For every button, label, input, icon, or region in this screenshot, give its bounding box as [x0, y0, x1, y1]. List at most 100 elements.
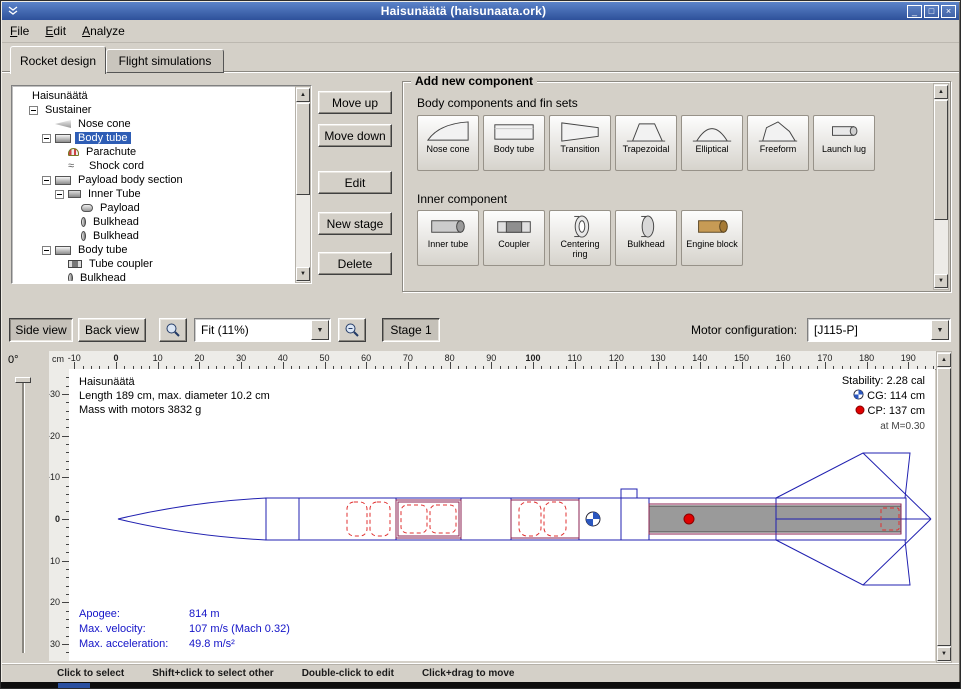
- tree-item-label: Bulkhead: [90, 216, 142, 228]
- tree-scrollbar-thumb[interactable]: [296, 103, 310, 195]
- transition-icon: [557, 118, 603, 145]
- tree-item-shock-cord[interactable]: Shock cord: [14, 159, 294, 173]
- zoom-in-button[interactable]: [159, 318, 187, 342]
- menu-analyze[interactable]: Analyze: [74, 21, 133, 41]
- zoom-out-button[interactable]: [338, 318, 366, 342]
- tab-flight-simulations[interactable]: Flight simulations: [106, 49, 224, 73]
- component-card-body-tube[interactable]: Body tube: [483, 115, 545, 171]
- h-ruler-label: 170: [813, 353, 837, 363]
- component-card-trapezoidal[interactable]: Trapezoidal: [615, 115, 677, 171]
- close-button[interactable]: ×: [941, 5, 956, 18]
- component-card-label: Inner tube: [428, 240, 469, 250]
- scroll-up-icon[interactable]: ▲: [934, 85, 948, 99]
- scroll-down-icon[interactable]: ▼: [934, 274, 948, 288]
- tree-item-sustainer[interactable]: Sustainer: [14, 103, 294, 117]
- delete-button[interactable]: Delete: [318, 252, 392, 275]
- engineblock-icon: [689, 213, 735, 240]
- component-card-inner-tube[interactable]: Inner tube: [417, 210, 479, 266]
- window-controls: _ □ ×: [907, 5, 956, 18]
- palette-scrollbar[interactable]: ▲ ▼: [933, 83, 949, 290]
- canvas-scrollbar[interactable]: ▲ ▼: [936, 351, 952, 663]
- h-ruler-label: 140: [688, 353, 712, 363]
- menu-edit[interactable]: Edit: [37, 21, 74, 41]
- component-card-freeform[interactable]: Freeform: [747, 115, 809, 171]
- scroll-down-icon[interactable]: ▼: [296, 267, 310, 281]
- component-tree[interactable]: HaisunäätäSustainerNose coneBody tubePar…: [11, 85, 312, 284]
- component-card-engine-block[interactable]: Engine block: [681, 210, 743, 266]
- expander-icon[interactable]: [29, 106, 38, 115]
- minimize-button[interactable]: _: [907, 5, 922, 18]
- component-card-label: Launch lug: [822, 145, 866, 155]
- launch-lug: [621, 489, 637, 498]
- tree-item-payload-body-section[interactable]: Payload body section: [14, 173, 294, 187]
- expander-icon[interactable]: [55, 190, 64, 199]
- edit-button[interactable]: Edit: [318, 171, 392, 194]
- tree-item-body-tube[interactable]: Body tube: [14, 131, 294, 145]
- move-up-button[interactable]: Move up: [318, 91, 392, 114]
- h-ruler-label: 130: [646, 353, 670, 363]
- maximize-button[interactable]: □: [924, 5, 939, 18]
- tree-item-payload[interactable]: Payload: [14, 201, 294, 215]
- fit-zoom-select[interactable]: Fit (11%) ▼: [194, 318, 331, 342]
- titlebar[interactable]: Haisunäätä (haisunaata.ork) _ □ ×: [2, 2, 959, 20]
- h-ruler-label: 110: [563, 353, 587, 363]
- side-view-button[interactable]: Side view: [9, 318, 73, 342]
- chevron-down-icon[interactable]: ▼: [311, 320, 329, 340]
- freeform-icon: [755, 118, 801, 145]
- menu-file[interactable]: File: [2, 21, 37, 41]
- trapezoidal-icon: [623, 118, 669, 145]
- expander-icon[interactable]: [42, 246, 51, 255]
- hint-click-drag: Click+drag to move: [422, 668, 515, 679]
- tree-item-label: Tube coupler: [86, 258, 156, 270]
- app-window: Haisunäätä (haisunaata.ork) _ □ × File E…: [0, 0, 961, 689]
- h-ruler-label: 10: [146, 353, 170, 363]
- scroll-up-icon[interactable]: ▲: [937, 353, 951, 367]
- v-ruler-label: 20: [49, 597, 60, 607]
- stability-readout: Stability: 2.28 cal CG: 114 cm CP: 137 c…: [842, 374, 925, 434]
- component-card-bulkhead[interactable]: Bulkhead: [615, 210, 677, 266]
- tree-scrollbar[interactable]: ▲ ▼: [295, 86, 311, 283]
- component-card-nose-cone[interactable]: Nose cone: [417, 115, 479, 171]
- new-stage-button[interactable]: New stage: [318, 212, 392, 235]
- palette-scrollbar-thumb[interactable]: [934, 100, 948, 220]
- tree-item-parachute[interactable]: Parachute: [14, 145, 294, 159]
- tree-item-bulkhead[interactable]: Bulkhead: [14, 215, 294, 229]
- stage-1-button[interactable]: Stage 1: [382, 318, 440, 342]
- expander-icon[interactable]: [42, 134, 51, 143]
- component-card-elliptical[interactable]: Elliptical: [681, 115, 743, 171]
- tree-item-nose-cone[interactable]: Nose cone: [14, 117, 294, 131]
- rotation-slider-handle[interactable]: [15, 377, 31, 383]
- component-card-centering-ring[interactable]: Centering ring: [549, 210, 611, 266]
- rotation-slider[interactable]: [22, 377, 24, 653]
- bulkhead-icon: [81, 231, 86, 241]
- motor-configuration-select[interactable]: [J115-P] ▼: [807, 318, 951, 342]
- parachute-icon: [68, 148, 79, 156]
- move-down-button[interactable]: Move down: [318, 124, 392, 147]
- tree-item-haisun-t[interactable]: Haisunäätä: [14, 89, 294, 103]
- tree-item-tube-coupler[interactable]: Tube coupler: [14, 257, 294, 271]
- scroll-up-icon[interactable]: ▲: [296, 88, 310, 102]
- tree-item-inner-tube[interactable]: Inner Tube: [14, 187, 294, 201]
- h-ruler-label: 50: [313, 353, 337, 363]
- fin-bottom: [776, 540, 910, 585]
- tree-item-label: Sustainer: [42, 104, 94, 116]
- rocket-info: Haisunäätä Length 189 cm, max. diameter …: [79, 375, 270, 417]
- chevron-down-icon[interactable]: ▼: [931, 320, 949, 340]
- component-card-coupler[interactable]: Coupler: [483, 210, 545, 266]
- rocket-canvas[interactable]: Haisunäätä Length 189 cm, max. diameter …: [69, 369, 935, 661]
- tree-item-bulkhead[interactable]: Bulkhead: [14, 229, 294, 243]
- tree-item-body-tube[interactable]: Body tube: [14, 243, 294, 257]
- component-card-transition[interactable]: Transition: [549, 115, 611, 171]
- component-card-launch-lug[interactable]: Launch lug: [813, 115, 875, 171]
- component-card-label: Trapezoidal: [623, 145, 670, 155]
- window-icon[interactable]: [6, 5, 20, 18]
- scroll-down-icon[interactable]: ▼: [937, 647, 951, 661]
- expander-icon[interactable]: [42, 176, 51, 185]
- tab-rocket-design[interactable]: Rocket design: [10, 46, 106, 74]
- tree-item-bulkhead[interactable]: Bulkhead: [14, 271, 294, 281]
- tree-item-label: Inner Tube: [85, 188, 144, 200]
- canvas-scrollbar-thumb[interactable]: [937, 368, 951, 646]
- cg-icon: [853, 389, 864, 400]
- h-ruler-label: 60: [354, 353, 378, 363]
- back-view-button[interactable]: Back view: [78, 318, 146, 342]
